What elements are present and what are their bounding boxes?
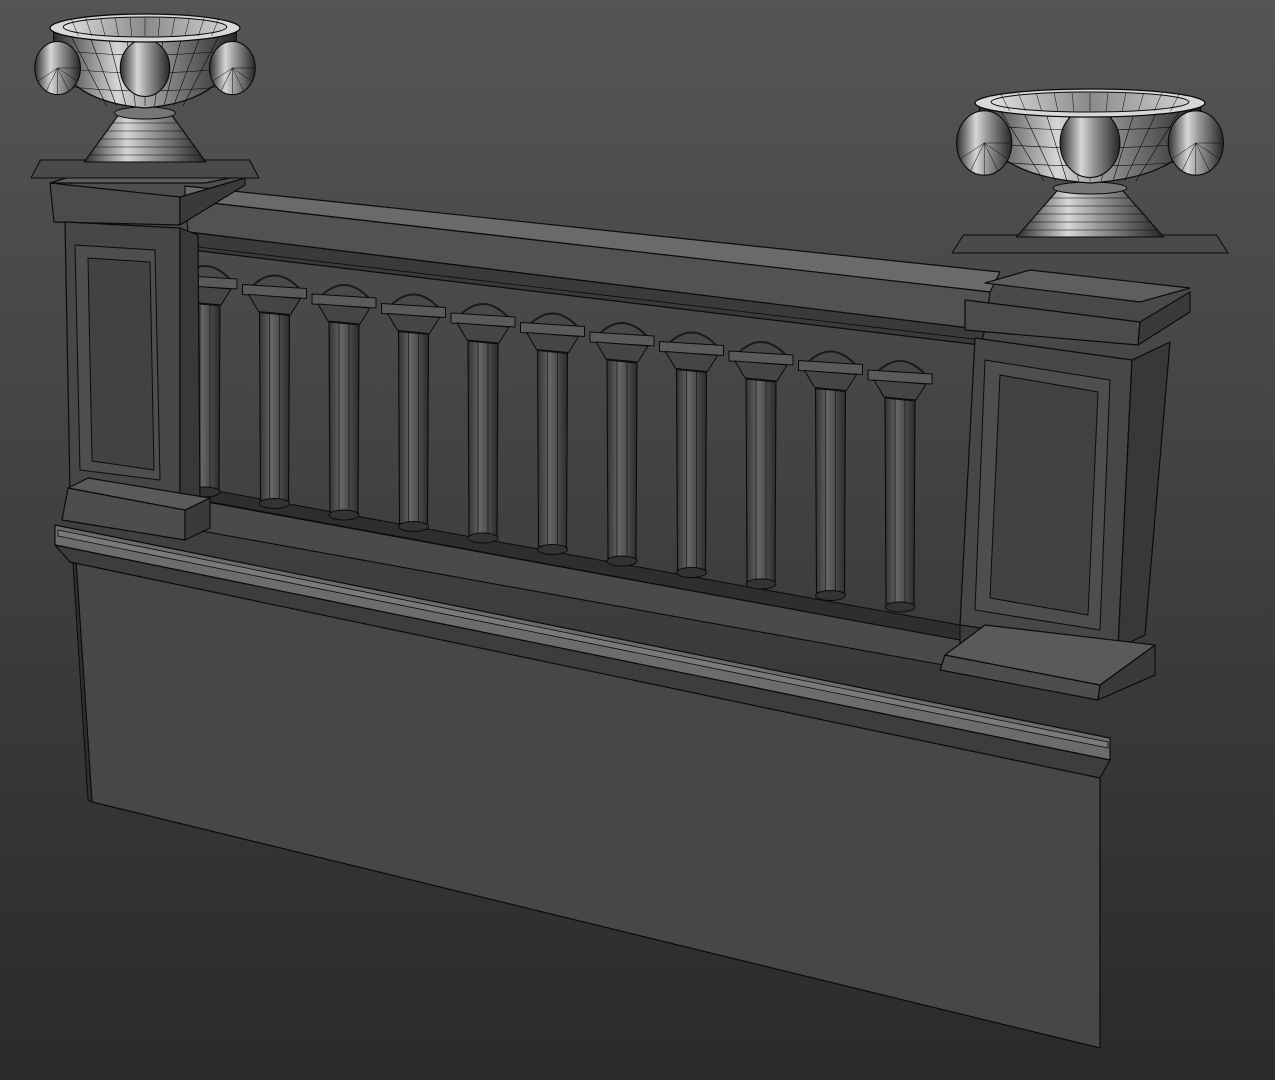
pedestal-panel — [989, 374, 1099, 616]
urn-front-medallion — [1059, 107, 1121, 179]
urn-plinth — [30, 159, 260, 179]
baluster-foot — [884, 601, 916, 613]
3d-viewport[interactable] — [0, 0, 1275, 1080]
baluster-foot — [259, 498, 290, 509]
balustrade-scene[interactable] — [0, 0, 1275, 1080]
baluster-shaft — [606, 359, 638, 562]
baluster-foot — [467, 532, 499, 544]
baluster-foot — [606, 555, 638, 567]
baluster-foot — [537, 544, 568, 555]
baluster-foot — [398, 521, 429, 532]
baluster-foot — [328, 509, 360, 521]
baluster-foot — [676, 567, 707, 578]
baluster-shaft — [258, 311, 291, 505]
baluster-shaft — [675, 368, 708, 574]
urn-neck — [1052, 181, 1128, 195]
baluster-shaft — [884, 397, 916, 608]
urn-neck — [114, 106, 176, 120]
baluster-shaft — [814, 387, 847, 597]
baluster-foot — [815, 590, 846, 601]
urn-plinth — [951, 234, 1229, 254]
baluster-shaft — [328, 321, 360, 516]
baluster-shaft — [397, 330, 430, 528]
pedestal-panel — [87, 257, 155, 471]
baluster-foot — [745, 578, 777, 590]
baluster-shaft — [745, 378, 777, 585]
baluster-shaft — [467, 340, 499, 539]
baluster-shaft — [536, 349, 569, 551]
urn-front-medallion — [119, 38, 171, 98]
pedestal-body-side — [179, 227, 201, 516]
